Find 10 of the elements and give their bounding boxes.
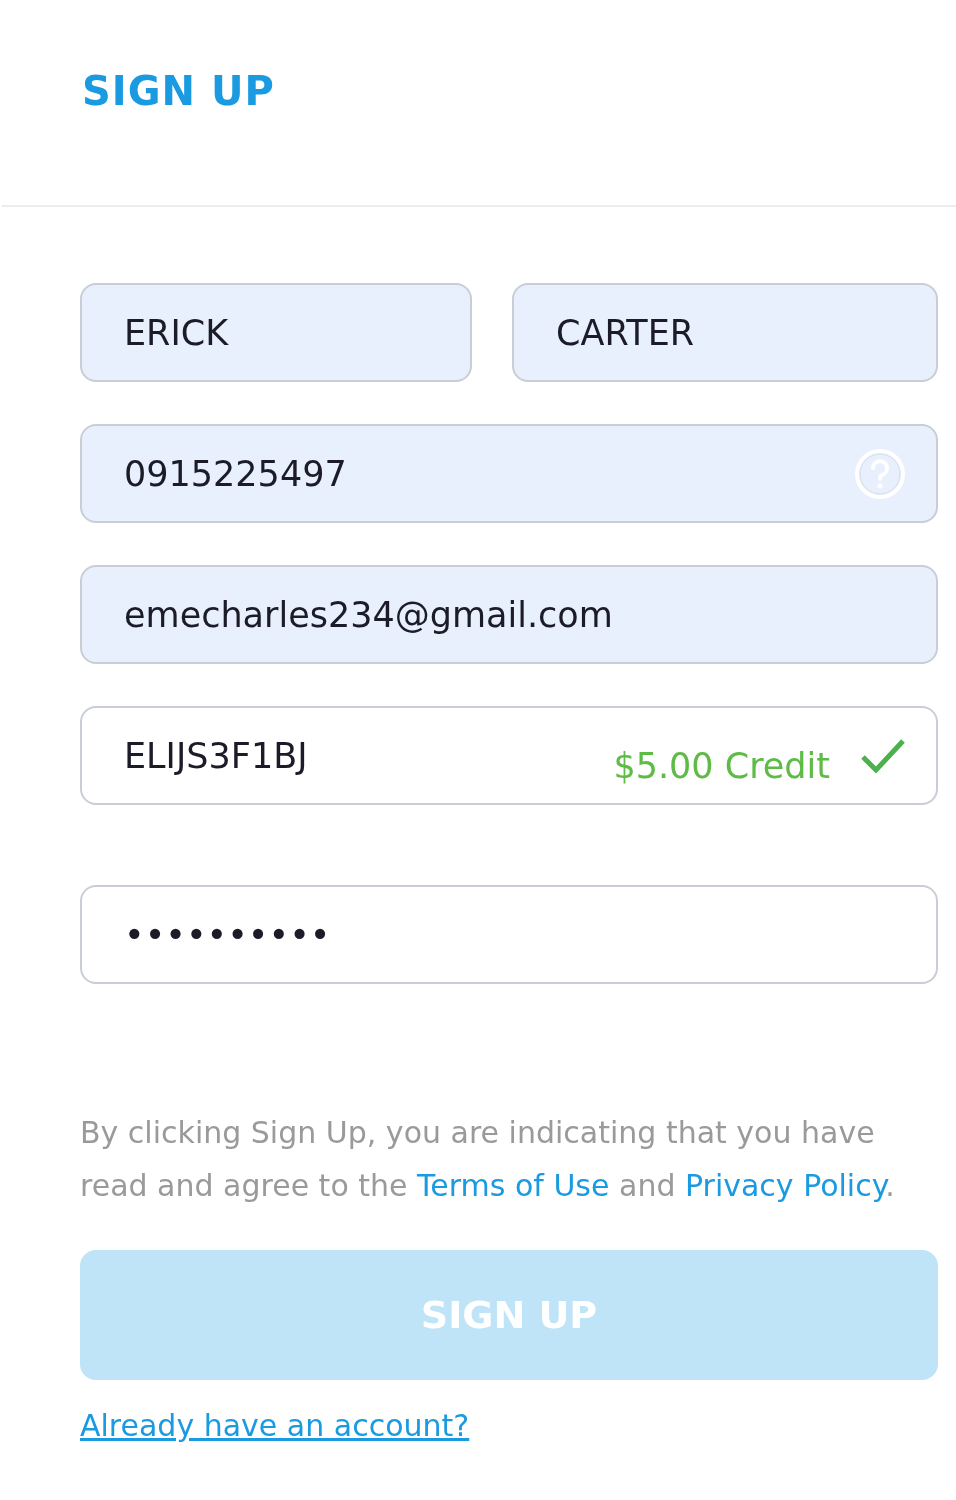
name-field[interactable]: ERICK	[80, 283, 473, 382]
email-field[interactable]: emecharles234@gmail.com	[80, 565, 938, 664]
credit-amount: $5.00 Credit	[613, 745, 830, 786]
phone-field[interactable]: 0915225497	[80, 424, 938, 523]
promo-code-field[interactable]: ELIJS3F1BJ $5.00 Credit	[80, 706, 938, 805]
name-field[interactable]: CARTER	[512, 283, 938, 382]
page-title: SIGN UP	[82, 68, 276, 114]
password-field[interactable]: ••••••••••	[80, 885, 938, 984]
help-icon[interactable]	[854, 447, 906, 500]
terms-text: By clicking Sign Up, you are indicating that you have read and agree to the Terms of Use and Privacy Policy.	[80, 1114, 896, 1205]
